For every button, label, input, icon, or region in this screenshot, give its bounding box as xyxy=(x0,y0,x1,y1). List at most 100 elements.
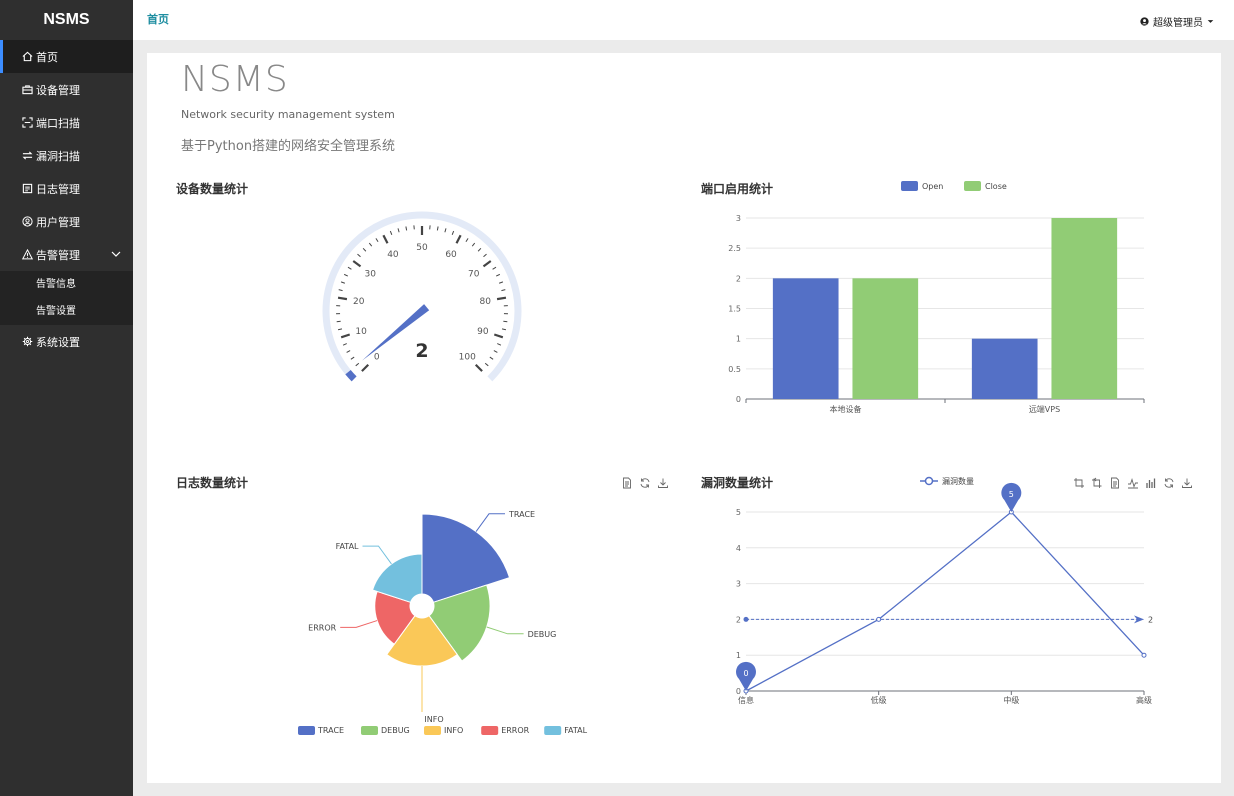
rose-legend-label: ERROR xyxy=(501,726,529,735)
gauge-tick xyxy=(482,260,492,268)
gauge-tick xyxy=(465,238,469,243)
gauge-tick xyxy=(501,328,507,331)
bar-y-tick-label: 0 xyxy=(736,395,741,404)
gauge-tick xyxy=(346,350,351,353)
user-icon xyxy=(22,216,33,227)
bar-legend-label: Close xyxy=(985,182,1007,191)
rose-label-line xyxy=(475,513,506,532)
rose-legend-label: INFO xyxy=(444,726,463,735)
bar xyxy=(971,338,1038,399)
breadcrumb[interactable]: 首页 xyxy=(147,11,169,27)
gauge-tick-label: 0 xyxy=(374,352,380,362)
rose-label-line xyxy=(340,620,378,628)
scan-icon xyxy=(22,117,33,128)
sidebar-item-alarms[interactable]: 告警管理 xyxy=(0,238,133,271)
line-x-tick-label: 低级 xyxy=(871,695,887,705)
gauge-tick xyxy=(493,333,504,339)
sidebar-item-label: 告警管理 xyxy=(36,248,80,262)
bar-y-tick-label: 0.5 xyxy=(728,365,741,374)
gauge-tick xyxy=(471,242,476,247)
sidebar-item-label: 端口扫描 xyxy=(36,116,80,130)
rose-legend-label: DEBUG xyxy=(381,726,410,735)
gauge-tick xyxy=(362,247,367,252)
sidebar-item-devices[interactable]: 设备管理 xyxy=(0,73,133,106)
gauge-tick xyxy=(340,333,351,339)
line-average-start xyxy=(743,616,749,622)
line-point xyxy=(876,616,882,622)
sidebar-item-users[interactable]: 用户管理 xyxy=(0,205,133,238)
gauge-tick xyxy=(337,296,348,301)
bar-legend-swatch xyxy=(901,181,918,191)
gauge-tick xyxy=(496,296,507,301)
gauge-tick-label: 80 xyxy=(479,297,491,307)
rose-legend-swatch xyxy=(481,726,499,735)
gauge-tick xyxy=(375,238,379,243)
sidebar-item-home[interactable]: 首页 xyxy=(0,40,133,73)
sidebar-item-logs[interactable]: 日志管理 xyxy=(0,172,133,205)
rose-label-line xyxy=(486,626,524,635)
line-y-tick-label: 1 xyxy=(736,651,741,660)
user-avatar-icon xyxy=(1140,17,1149,26)
gauge-tick xyxy=(347,266,352,270)
line-x-tick-label: 中级 xyxy=(1003,695,1019,705)
sidebar-item-settings[interactable]: 系统设置 xyxy=(0,325,133,358)
rose-label: DEBUG xyxy=(528,630,557,639)
sidebar-item-label: 系统设置 xyxy=(36,335,80,349)
line-y-tick-label: 0 xyxy=(736,687,741,696)
bar-legend-swatch xyxy=(964,181,981,191)
user-name: 超级管理员 xyxy=(1153,18,1203,29)
line-series xyxy=(745,511,1145,692)
gauge-tick xyxy=(455,234,462,244)
top-bar: 首页 超级管理员 xyxy=(133,0,1234,40)
gear-icon xyxy=(22,336,33,347)
rose-legend-swatch xyxy=(424,726,441,735)
gauge-tick-label: 40 xyxy=(387,250,399,260)
bar xyxy=(772,278,839,399)
sidebar-subitem-alarm-settings[interactable]: 告警设置 xyxy=(0,298,133,325)
gauge-tick xyxy=(489,356,494,360)
gauge-value: 2 xyxy=(415,340,428,362)
line-average-label: 2 xyxy=(1148,615,1153,624)
gauge-tick xyxy=(336,320,341,323)
gauge-tick xyxy=(474,363,483,372)
sidebar-item-port-scan[interactable]: 端口扫描 xyxy=(0,106,133,139)
log-icon xyxy=(22,183,33,194)
gauge-tick-label: 70 xyxy=(468,269,480,279)
dashboard-charts: 0102030405060708090100200.511.522.53本地设备… xyxy=(298,181,1153,735)
bar xyxy=(852,278,919,399)
rose-label: ERROR xyxy=(308,623,336,632)
chevron-down-icon xyxy=(111,251,121,257)
gauge-tick-label: 100 xyxy=(459,352,476,362)
line-point xyxy=(1141,652,1147,658)
bar-y-tick-label: 1 xyxy=(736,335,741,344)
brand-logo: NSMS xyxy=(43,11,90,28)
gauge-tick xyxy=(495,273,501,277)
bar-y-tick-label: 1.5 xyxy=(728,305,741,314)
sidebar-subitem-alarm-info[interactable]: 告警信息 xyxy=(0,271,133,298)
sidebar-item-label: 漏洞扫描 xyxy=(36,149,80,163)
rose-label: INFO xyxy=(424,715,443,724)
line-max-label: 5 xyxy=(1009,490,1014,499)
bar-legend-label: Open xyxy=(922,182,943,191)
gauge-tick-label: 20 xyxy=(353,297,365,307)
sidebar-item-vuln-scan[interactable]: 漏洞扫描 xyxy=(0,139,133,172)
gauge-tick xyxy=(492,266,497,270)
rose-slice xyxy=(421,513,510,603)
rose-legend-label: TRACE xyxy=(317,726,344,735)
sidebar: NSMS 首页 设备管理 端口扫描 漏洞扫描 日志管理 用户管理 告警管理 告警… xyxy=(0,0,133,796)
line-legend-marker xyxy=(924,476,934,486)
rose-legend-label: FATAL xyxy=(564,726,587,735)
line-y-tick-label: 3 xyxy=(736,580,741,589)
line-y-tick-label: 2 xyxy=(736,615,741,624)
gauge-tick xyxy=(357,253,361,258)
line-y-tick-label: 4 xyxy=(736,544,741,553)
gauge-tick xyxy=(436,226,439,231)
rose-legend-swatch xyxy=(298,726,315,735)
gauge-tick xyxy=(342,343,347,346)
home-icon xyxy=(22,51,33,62)
gauge-tick xyxy=(483,253,487,258)
rose-label: FATAL xyxy=(336,542,359,551)
gauge-tick xyxy=(350,356,355,360)
gauge-tick xyxy=(498,281,504,284)
user-menu[interactable]: 超级管理员 xyxy=(1140,14,1214,29)
